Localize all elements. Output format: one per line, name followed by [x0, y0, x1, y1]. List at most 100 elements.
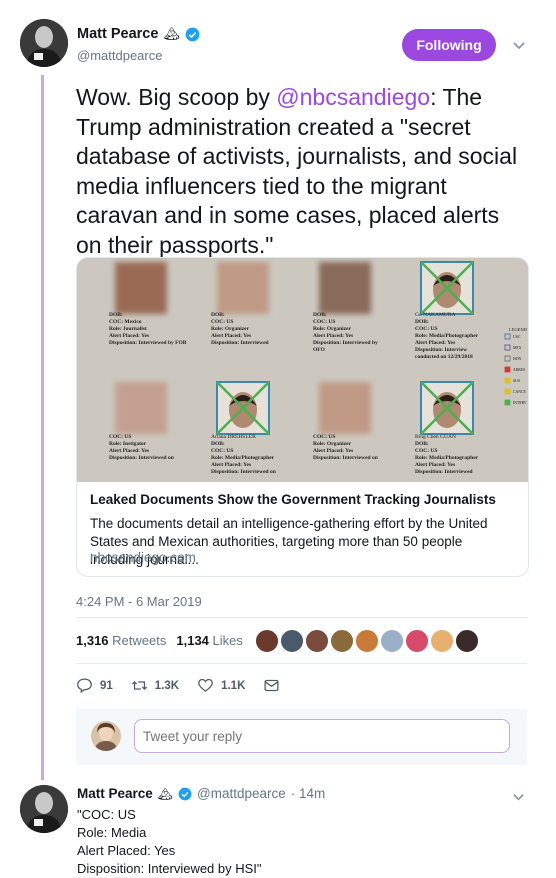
svg-text:COC: US: COC: US: [313, 319, 335, 325]
liker-avatar[interactable]: [329, 628, 355, 654]
liker-avatar[interactable]: [379, 628, 405, 654]
svg-text:COC: US: COC: US: [415, 448, 437, 454]
reply-input[interactable]: [134, 719, 510, 753]
card-domain: nbcsandiego.com: [90, 550, 196, 565]
reply-icon[interactable]: [76, 677, 93, 694]
engagement-stats: 1,316 Retweets 1,134 Likes: [76, 633, 243, 648]
verified-badge-icon: [178, 787, 192, 800]
envelope-icon[interactable]: [263, 677, 280, 694]
svg-text:Bing Chen GUAN: Bing Chen GUAN: [415, 434, 456, 440]
direct-message-action[interactable]: [263, 677, 280, 694]
legend-label: USC: [513, 335, 521, 339]
retweet-count: 1.3K: [154, 679, 180, 692]
legend-label: INTERV: [513, 401, 527, 405]
svg-text:Disposition: Interviewed on: Disposition: Interviewed on: [109, 455, 174, 461]
reply-display-name[interactable]: Matt Pearce: [77, 786, 153, 801]
svg-text:COC: Mexico: COC: Mexico: [109, 319, 142, 325]
retweets-stat[interactable]: 1,316 Retweets: [76, 633, 166, 648]
like-action[interactable]: 1.1K: [197, 677, 245, 694]
chevron-down-icon[interactable]: [512, 38, 526, 52]
reply-handle[interactable]: @mattdpearce: [197, 786, 286, 801]
likes-count: 1,134: [176, 633, 209, 648]
retweet-icon[interactable]: [131, 677, 148, 694]
svg-text:Disposition: Interviewed on: Disposition: Interviewed on: [211, 469, 276, 475]
svg-text:Disposition: Interview: Disposition: Interview: [415, 347, 467, 353]
svg-text:Alert Placed: Yes: Alert Placed: Yes: [211, 333, 251, 339]
heart-icon[interactable]: [197, 677, 214, 694]
liker-avatar[interactable]: [454, 628, 480, 654]
legend-label: HON: [513, 357, 521, 361]
svg-text:OFO: OFO: [313, 347, 326, 353]
legend-marker: [504, 377, 511, 384]
svg-text:Alert Placed: Yes: Alert Placed: Yes: [109, 448, 149, 454]
svg-text:COC: US: COC: US: [211, 319, 233, 325]
retweet-action[interactable]: 1.3K: [131, 677, 179, 694]
reply-text: "COC: US Role: Media Alert Placed: Yes D…: [77, 807, 262, 876]
svg-text:Role: Media/Photographer: Role: Media/Photographer: [211, 455, 275, 461]
svg-text:LEGEND: LEGEND: [509, 327, 528, 332]
card-image[interactable]: DOB:COC: MexicoRole: JournalistAlert Pla…: [77, 258, 528, 482]
svg-text:DOB:: DOB:: [415, 319, 429, 325]
legend-label: ARRES: [513, 368, 525, 372]
like-count: 1.1K: [221, 679, 246, 692]
svg-text:Disposition: Interviewed: Disposition: Interviewed: [415, 469, 473, 475]
svg-text:Role: Media/Photographer: Role: Media/Photographer: [415, 333, 479, 339]
card-title[interactable]: Leaked Documents Show the Government Tra…: [90, 492, 496, 507]
liker-avatar[interactable]: [354, 628, 380, 654]
retweets-count: 1,316: [76, 633, 109, 648]
svg-text:Role: Media/Photographer: Role: Media/Photographer: [415, 455, 479, 461]
divider: [76, 663, 527, 664]
svg-text:conducted on 12/29/2018: conducted on 12/29/2018: [415, 354, 473, 360]
svg-text:Role: Organizer: Role: Organizer: [313, 326, 352, 332]
avatar[interactable]: [20, 19, 68, 67]
svg-text:DOB:: DOB:: [211, 441, 225, 447]
svg-text:Alert Placed: Yes: Alert Placed: Yes: [211, 462, 251, 468]
svg-text:Disposition: Interviewed by FO: Disposition: Interviewed by FOB: [109, 340, 187, 346]
reply-time[interactable]: · 14m: [291, 786, 326, 801]
svg-text:Role: Organizer: Role: Organizer: [313, 441, 352, 447]
svg-text:Alert Placed: Yes: Alert Placed: Yes: [109, 333, 149, 339]
svg-text:Role: Organizer: Role: Organizer: [211, 326, 250, 332]
author-handle[interactable]: @mattdpearce: [77, 48, 162, 63]
liker-avatar[interactable]: [279, 628, 305, 654]
link-card[interactable]: DOB: COC: Mexico Role: Journalist Alert Pla…: [76, 257, 529, 577]
legend-label: MEX: [513, 346, 522, 350]
svg-text:DOB:: DOB:: [415, 441, 429, 447]
timestamp[interactable]: 4:24 PM - 6 Mar 2019: [76, 594, 202, 609]
svg-text:Alert Placed: Yes: Alert Placed: Yes: [415, 340, 455, 346]
legend-label: SUS: [513, 379, 520, 383]
svg-text:DOB:: DOB:: [211, 312, 225, 318]
legend-marker: [504, 388, 511, 395]
verified-badge-icon: [185, 27, 200, 41]
svg-text:Role: Instigator: Role: Instigator: [109, 441, 147, 447]
likes-stat[interactable]: 1,134 Likes: [176, 633, 243, 648]
thread-line: [41, 75, 44, 780]
svg-text:COC: US: COC: US: [313, 434, 335, 440]
reply-avatar[interactable]: [20, 785, 68, 833]
mention-link[interactable]: @nbcsandiego: [276, 84, 430, 110]
display-name[interactable]: Matt Pearce: [77, 26, 158, 42]
reply-composer: [76, 709, 527, 765]
svg-text:Ariana DREHSLER: Ariana DREHSLER: [211, 434, 256, 440]
svg-text:Alert Placed: Yes: Alert Placed: Yes: [415, 462, 455, 468]
author-name-row[interactable]: Matt Pearce 🏔: [77, 26, 200, 42]
mountain-emoji: 🏔: [157, 786, 174, 801]
reply-count: 91: [100, 679, 113, 692]
svg-text:Alert Placed: Yes: Alert Placed: Yes: [313, 448, 353, 454]
reply-header: Matt Pearce 🏔 @mattdpearce · 14m: [77, 786, 325, 801]
liker-avatar[interactable]: [404, 628, 430, 654]
chevron-down-icon[interactable]: [512, 790, 525, 803]
liker-avatar[interactable]: [304, 628, 330, 654]
following-button[interactable]: Following: [402, 29, 496, 61]
liker-avatar[interactable]: [254, 628, 280, 654]
liker-avatar[interactable]: [429, 628, 455, 654]
reply-action[interactable]: 91: [76, 677, 113, 694]
svg-text:COC: US: COC: US: [415, 326, 437, 332]
mountain-emoji: 🏔: [163, 26, 180, 41]
user-avatar: [91, 721, 121, 751]
legend-marker: [504, 366, 511, 373]
divider: [76, 617, 527, 618]
svg-text:Alert Placed: Yes: Alert Placed: Yes: [313, 333, 353, 339]
svg-text:Role: Journalist: Role: Journalist: [109, 326, 147, 332]
liker-avatars[interactable]: [254, 628, 480, 654]
